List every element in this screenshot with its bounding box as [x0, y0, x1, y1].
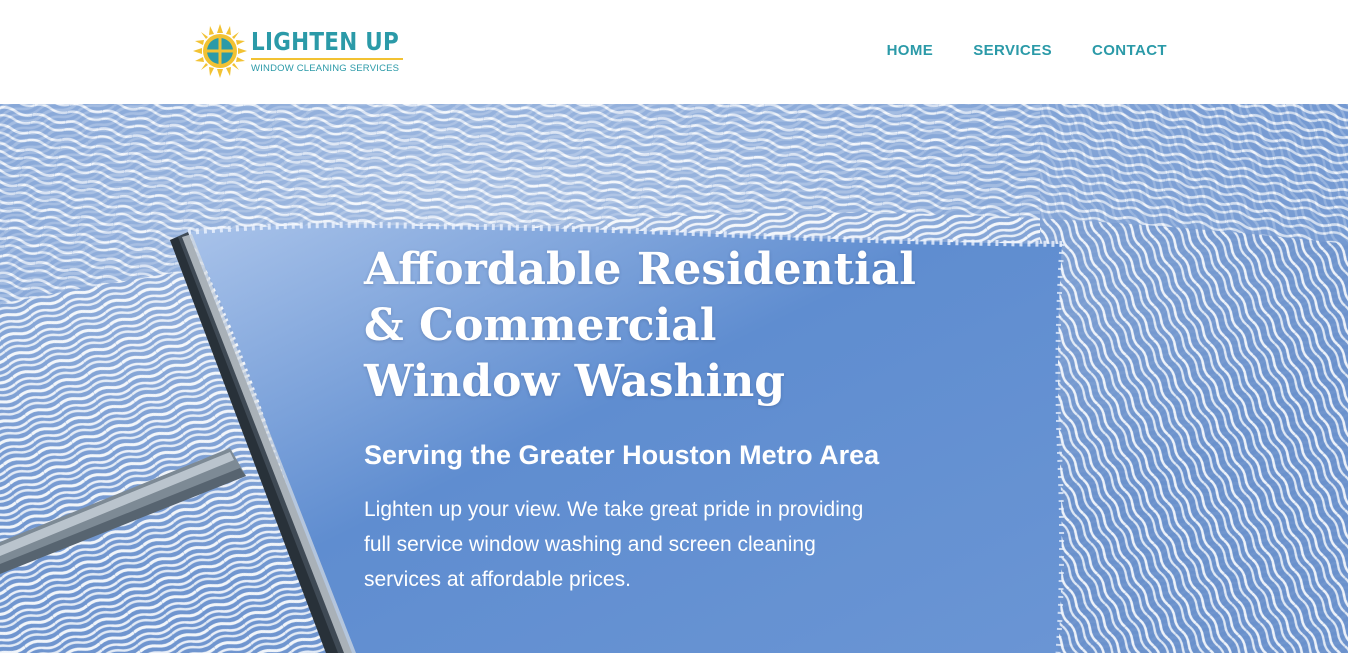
logo-title: LIGHTEN UP — [251, 27, 399, 56]
logo-divider — [251, 58, 403, 60]
nav-services[interactable]: SERVICES — [973, 42, 1052, 59]
hero-title: Affordable Residential & Commercial Wind… — [364, 244, 916, 407]
site-logo[interactable]: LIGHTEN UP WINDOW CLEANING SERVICES — [193, 22, 413, 80]
site-header: LIGHTEN UP WINDOW CLEANING SERVICES HOME… — [0, 0, 1348, 104]
sun-window-icon — [193, 24, 247, 78]
hero-subtitle: Serving the Greater Houston Metro Area — [364, 440, 880, 470]
hero-content: Affordable Residential & Commercial Wind… — [364, 242, 924, 597]
hero-section: Affordable Residential & Commercial Wind… — [0, 104, 1348, 653]
logo-text: LIGHTEN UP WINDOW CLEANING SERVICES — [251, 28, 423, 74]
nav-contact[interactable]: CONTACT — [1092, 42, 1167, 59]
main-nav: HOME SERVICES CONTACT — [887, 42, 1167, 59]
logo-subtitle: WINDOW CLEANING SERVICES — [251, 63, 400, 74]
hero-description: Lighten up your view. We take great prid… — [364, 498, 864, 591]
nav-home[interactable]: HOME — [887, 42, 934, 59]
